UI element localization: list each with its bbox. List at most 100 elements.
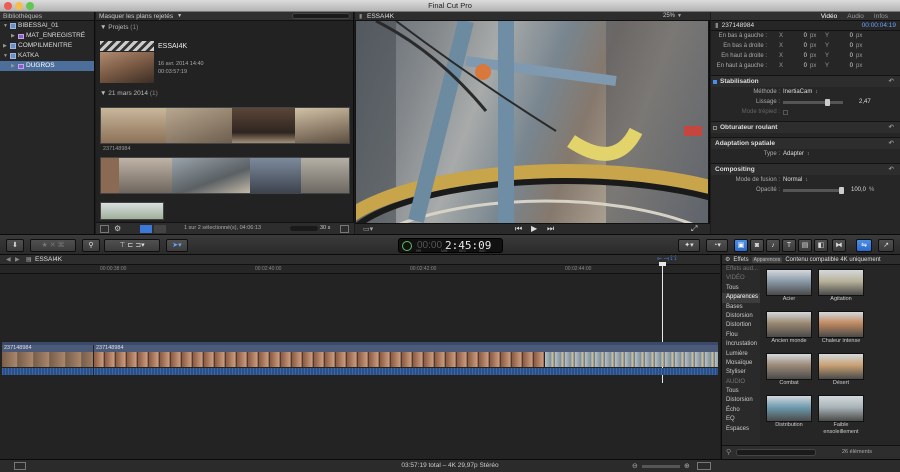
themes-browser-button[interactable]: ◧ (814, 239, 828, 252)
crop-y-value[interactable]: 0 (837, 41, 853, 51)
inspector-tab[interactable]: Infos (874, 12, 888, 20)
effect-item[interactable]: Ancien monde (766, 311, 812, 345)
audio-waveform[interactable] (94, 368, 718, 375)
project-thumbnail[interactable] (100, 52, 154, 83)
spatial-conform-section[interactable]: Adaptation spatiale ↶ (711, 137, 900, 149)
skip-back-icon[interactable]: ⏮ (515, 224, 522, 234)
effects-category-item[interactable]: Mosaïque (722, 359, 760, 368)
timeline-clip-label[interactable]: 237148984 (94, 345, 718, 352)
viewer-zoom[interactable]: 25% (663, 13, 675, 19)
inspector-tab[interactable]: Vidéo (821, 12, 838, 20)
library-item[interactable]: ▶ DUGROS (0, 61, 94, 71)
crop-y-value[interactable]: 0 (837, 61, 853, 71)
audio-waveform[interactable] (2, 368, 93, 375)
effect-item[interactable]: Agitation (818, 269, 864, 303)
clip-appearance-icon[interactable] (340, 225, 349, 233)
smoothing-value[interactable]: 2,47 (859, 97, 871, 107)
disclosure-triangle-icon[interactable]: ▼ (3, 51, 8, 61)
effect-item[interactable]: Faible ensoleillement (818, 395, 864, 436)
gear-icon[interactable]: ⚙ (725, 256, 730, 263)
compatibility-filter[interactable]: Contenu compatible 4K uniquement (785, 257, 880, 263)
timeline-clip-filmstrip[interactable] (94, 352, 544, 367)
reset-icon[interactable]: ↶ (889, 122, 894, 134)
library-item[interactable]: ▼ BIBESSAI_01 (0, 21, 94, 31)
background-tasks-icon[interactable] (402, 241, 412, 251)
blend-mode-dropdown[interactable]: Normal (783, 175, 802, 185)
effects-category-item[interactable]: Bases (722, 303, 760, 312)
import-button[interactable]: ⬇ (6, 239, 24, 252)
disclosure-triangle-icon[interactable]: ▶ (3, 41, 8, 51)
effects-category-badge[interactable]: Apparences (751, 256, 783, 263)
effects-category-item[interactable]: EQ (722, 415, 760, 424)
effects-category-item[interactable]: Distorsion (722, 312, 760, 321)
filter-dropdown[interactable]: Masquer les plans rejetés (99, 13, 173, 20)
clip-appearance-icon[interactable] (697, 462, 711, 470)
opacity-value[interactable]: 100,0 (851, 185, 866, 195)
inspector-tab[interactable]: Audio (847, 12, 864, 20)
checkbox-unchecked-icon[interactable] (713, 126, 717, 130)
effects-browser-button[interactable]: ▣ (734, 239, 748, 252)
effects-category-item[interactable]: Tous (722, 284, 760, 293)
keyword-rating-buttons[interactable]: ★ ✕ ⌘ (30, 239, 76, 252)
clip-filmstrip[interactable] (100, 202, 164, 220)
clip-filmstrip[interactable] (100, 157, 350, 194)
timeline-zoom-slider[interactable] (642, 465, 680, 468)
share-button[interactable]: ↗ (878, 239, 894, 252)
effects-category-item[interactable]: Distortion (722, 321, 760, 330)
smoothing-slider[interactable] (783, 98, 843, 106)
inspector-toggle-button[interactable]: ⇋ (856, 239, 872, 252)
timeline-index-icon[interactable]: ▤ (26, 256, 32, 263)
spatial-type-dropdown[interactable]: Adapter (783, 149, 804, 159)
opacity-slider[interactable] (783, 186, 844, 194)
library-item[interactable]: ▶ COMPILMENITRE (0, 41, 94, 51)
gear-icon[interactable]: ⚙ (114, 224, 121, 233)
crop-x-value[interactable]: 0 (791, 41, 807, 51)
zoom-in-icon[interactable]: ⊕ (684, 462, 690, 470)
music-browser-button[interactable]: ♪ (766, 239, 780, 252)
photo-browser-button[interactable]: ◙ (750, 239, 764, 252)
stabilisation-section[interactable]: Stabilisation ↶ (711, 75, 900, 87)
timeline-clip-label[interactable]: 237148984 (2, 345, 93, 352)
checkbox-checked-icon[interactable] (713, 80, 717, 84)
crop-x-value[interactable]: 0 (791, 61, 807, 71)
select-tool-button[interactable]: ➤▾ (166, 239, 188, 252)
crop-y-value[interactable]: 0 (837, 31, 853, 41)
effects-category-item[interactable]: Écho (722, 406, 760, 415)
date-group-section[interactable]: ▼ 21 mars 2014 (1) (96, 89, 158, 98)
effects-category-item[interactable]: Lumière (722, 350, 760, 359)
effects-category-item[interactable]: Styliser (722, 368, 760, 377)
crop-x-value[interactable]: 0 (791, 31, 807, 41)
search-button[interactable]: ⚲ (82, 239, 100, 252)
effects-search-input[interactable] (736, 449, 816, 456)
back-arrow-icon[interactable]: ◀ (6, 256, 11, 263)
fullscreen-icon[interactable]: ⤢ (691, 224, 697, 234)
timeline-ruler[interactable]: 00:00:38:00 00:02:40:00 00:02:42:00 00:0… (0, 265, 720, 274)
library-item[interactable]: ▶ MAT_ENREGISTRÉ (0, 31, 94, 41)
tripod-checkbox[interactable] (783, 109, 788, 115)
view-options-icon[interactable]: ▭▾ (363, 225, 373, 233)
skip-forward-icon[interactable]: ⏭ (547, 224, 554, 234)
effects-category-item[interactable]: Espaces (722, 425, 760, 434)
effect-item[interactable]: Combat (766, 353, 812, 387)
retime-button[interactable]: ◔▾ (706, 239, 728, 252)
compositing-section[interactable]: Compositing ↶ (711, 163, 900, 175)
zoom-out-icon[interactable]: ⊖ (632, 462, 638, 470)
playhead-handle[interactable] (659, 262, 666, 266)
reset-icon[interactable]: ↶ (889, 138, 894, 150)
timeline-clip-filmstrip[interactable] (545, 352, 718, 367)
timeline-area[interactable]: 237148984 237148984 (0, 262, 720, 459)
edit-buttons[interactable]: ⊤ ⊏ ⊐▾ (104, 239, 160, 252)
timeline-clip-filmstrip[interactable] (2, 352, 93, 367)
rolling-shutter-section[interactable]: Obturateur roulant ↶ (711, 121, 900, 133)
effects-category-item[interactable]: Distorsion (722, 396, 760, 405)
forward-arrow-icon[interactable]: ▶ (15, 256, 20, 263)
effects-category-item[interactable]: Tous (722, 387, 760, 396)
viewer-video-frame[interactable] (356, 21, 708, 229)
titles-browser-button[interactable]: T (782, 239, 796, 252)
generators-browser-button[interactable]: ▤ (798, 239, 812, 252)
disclosure-triangle-icon[interactable]: ▶ (11, 61, 16, 71)
projects-section[interactable]: ▼ Projets (1) (96, 23, 353, 32)
browser-search-input[interactable] (292, 13, 350, 19)
enhancements-button[interactable]: ✦▾ (678, 239, 700, 252)
effects-category-item[interactable]: Apparences (722, 293, 760, 303)
